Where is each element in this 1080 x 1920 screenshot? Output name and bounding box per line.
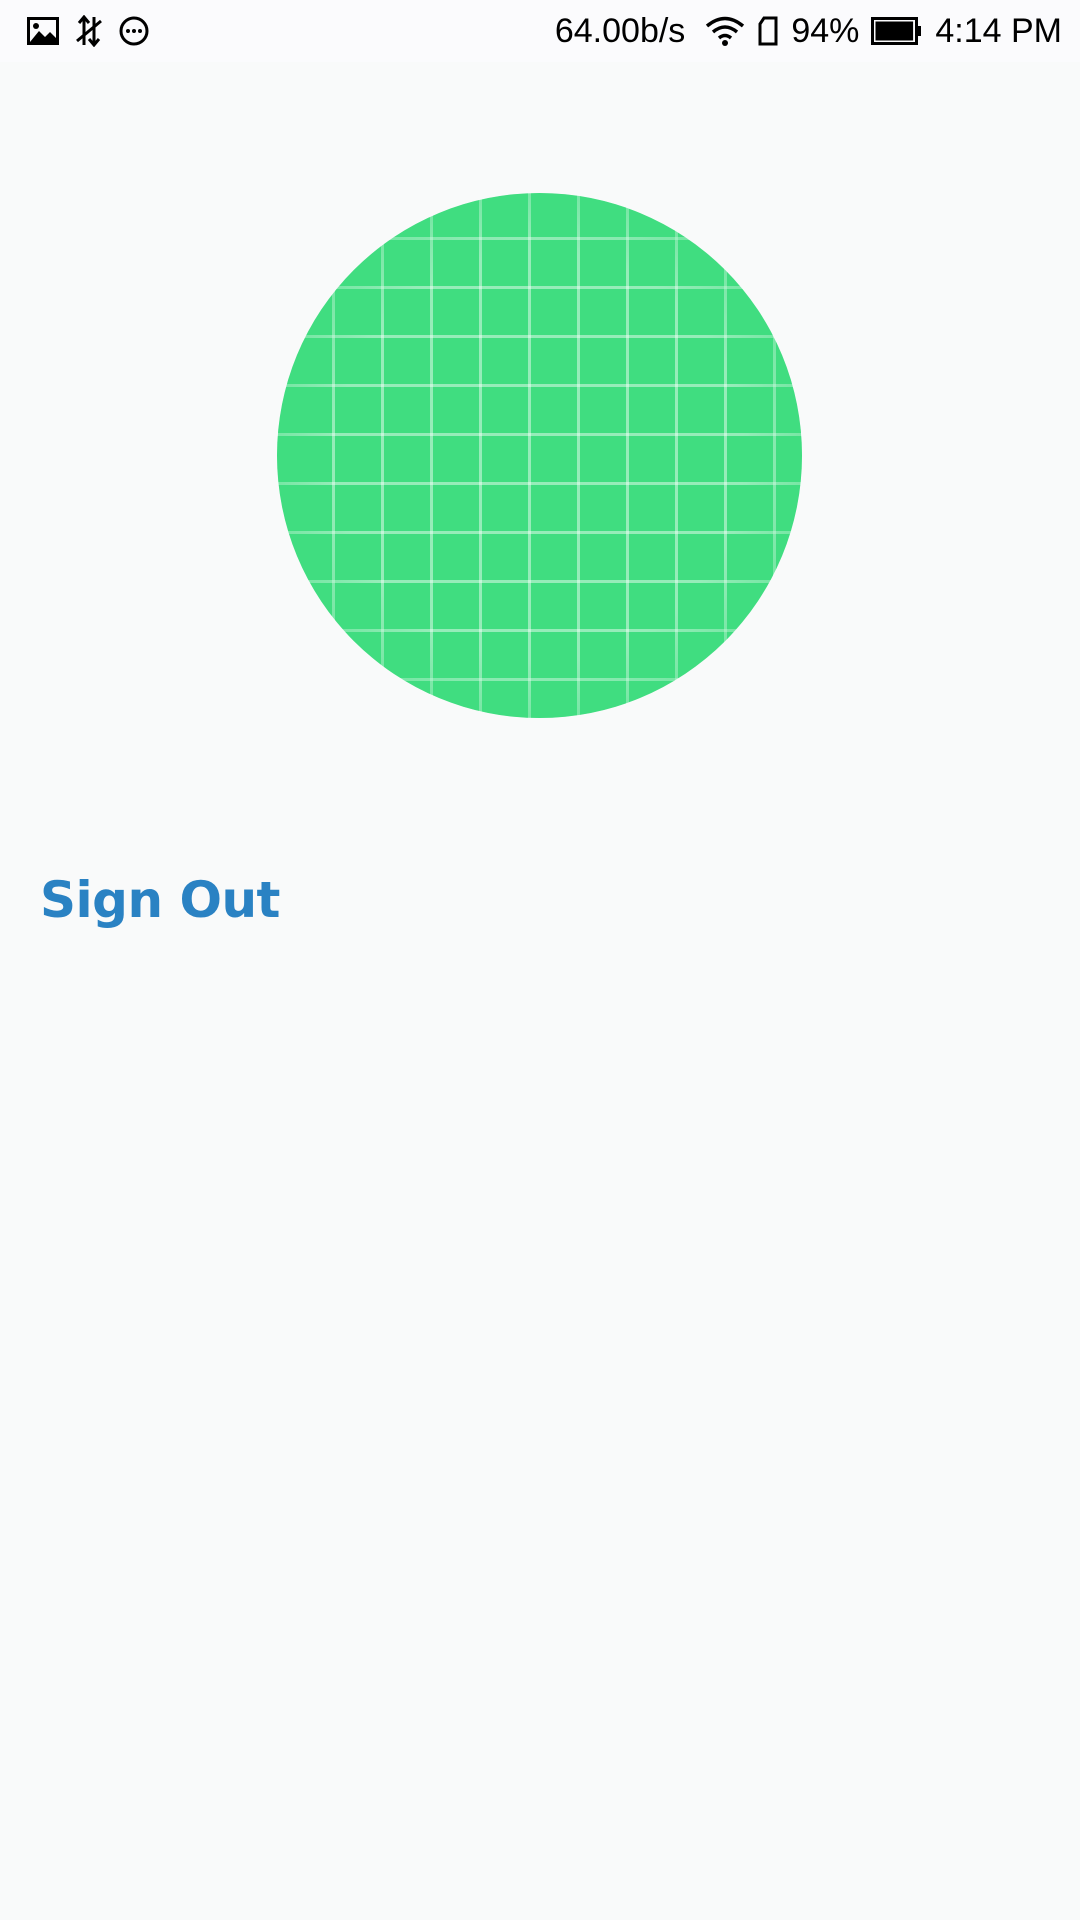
wifi-icon (705, 15, 745, 47)
battery-icon (871, 17, 923, 45)
data-sync-icon (74, 15, 104, 47)
profile-avatar[interactable] (277, 193, 802, 718)
sd-card-icon (757, 16, 779, 46)
status-bar: 64.00b/s 94% 4:14 PM (0, 0, 1080, 62)
status-bar-left (26, 14, 150, 48)
battery-percent: 94% (791, 12, 860, 50)
sign-out-button[interactable]: Sign Out (40, 868, 280, 932)
image-icon (26, 16, 60, 46)
message-bubble-icon (118, 15, 150, 47)
status-bar-right: 64.00b/s 94% 4:14 PM (555, 8, 1062, 54)
network-speed: 64.00b/s (554, 12, 686, 50)
clock: 4:14 PM (935, 12, 1062, 50)
avatar-edge-shading (277, 193, 802, 718)
